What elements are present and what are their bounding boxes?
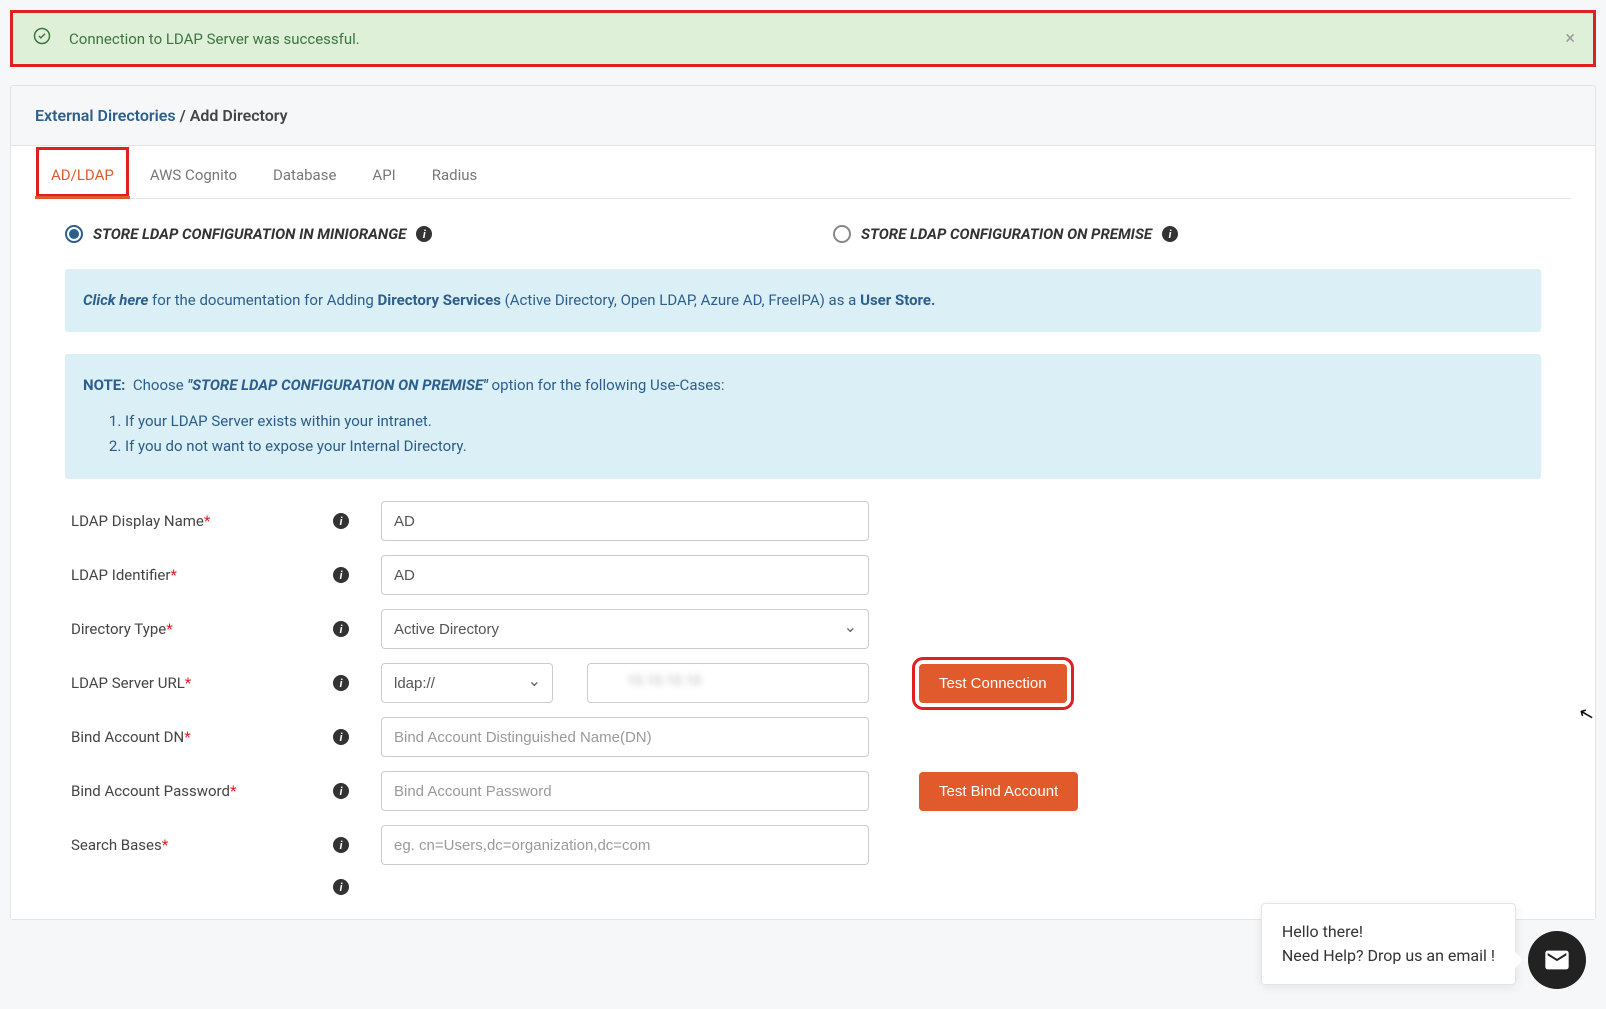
close-icon[interactable]: × (1565, 28, 1575, 49)
info-icon[interactable]: i (333, 567, 349, 583)
tab-radius[interactable]: Radius (416, 146, 494, 198)
envelope-icon (1543, 946, 1571, 974)
server-url-label: LDAP Server URL (71, 674, 185, 692)
doc-infobox: Click here for the documentation for Add… (65, 269, 1541, 332)
tab-api[interactable]: API (356, 146, 411, 198)
tab-bar: AD/LDAP AWS Cognito Database API Radius (35, 146, 1571, 199)
info-icon[interactable]: i (333, 621, 349, 637)
bind-pw-label: Bind Account Password (71, 782, 230, 800)
breadcrumb-parent[interactable]: External Directories (35, 106, 176, 125)
test-connection-button[interactable]: Test Connection (919, 664, 1067, 703)
protocol-select[interactable]: ldap:// (381, 663, 553, 703)
info-icon[interactable]: i (333, 729, 349, 745)
info-icon[interactable]: i (333, 879, 349, 895)
chat-line1: Hello there! (1282, 920, 1495, 944)
bind-pw-input[interactable] (381, 771, 869, 811)
breadcrumb: External Directories / Add Directory (11, 86, 1595, 146)
breadcrumb-current: Add Directory (190, 106, 288, 125)
radio-onprem[interactable]: STORE LDAP CONFIGURATION ON PREMISE i (833, 225, 1541, 243)
search-bases-input[interactable] (381, 825, 869, 865)
main-card: External Directories / Add Directory AD/… (10, 85, 1596, 920)
display-name-input[interactable] (381, 501, 869, 541)
info-icon[interactable]: i (333, 783, 349, 799)
info-icon[interactable]: i (1162, 226, 1178, 242)
identifier-input[interactable] (381, 555, 869, 595)
search-bases-label: Search Bases (71, 836, 162, 854)
radio-onprem-label: STORE LDAP CONFIGURATION ON PREMISE (861, 225, 1152, 243)
config-location-radios: STORE LDAP CONFIGURATION IN MINIORANGE i… (65, 225, 1541, 243)
note-case-1: If your LDAP Server exists within your i… (125, 410, 1523, 433)
test-bind-button[interactable]: Test Bind Account (919, 772, 1078, 811)
click-here-link[interactable]: Click here (83, 291, 148, 309)
radio-miniorange[interactable]: STORE LDAP CONFIGURATION IN MINIORANGE i (65, 225, 773, 243)
directory-type-select[interactable]: Active Directory (381, 609, 869, 649)
display-name-label: LDAP Display Name (71, 512, 204, 530)
info-icon[interactable]: i (416, 226, 432, 242)
note-label: NOTE: (83, 376, 125, 394)
chat-line2: Need Help? Drop us an email ! (1282, 944, 1495, 968)
alert-message: Connection to LDAP Server was successful… (69, 30, 360, 48)
info-icon[interactable]: i (333, 837, 349, 853)
breadcrumb-sep: / (180, 106, 186, 125)
tab-adldap[interactable]: AD/LDAP (35, 146, 130, 198)
success-alert: Connection to LDAP Server was successful… (10, 10, 1596, 67)
chat-bubble: Hello there! Need Help? Drop us an email… (1261, 903, 1516, 985)
radio-miniorange-label: STORE LDAP CONFIGURATION IN MINIORANGE (93, 225, 406, 243)
tab-database[interactable]: Database (257, 146, 352, 198)
bind-dn-input[interactable] (381, 717, 869, 757)
check-circle-icon (33, 27, 51, 50)
note-infobox: NOTE: Choose "STORE LDAP CONFIGURATION O… (65, 354, 1541, 480)
chat-fab-button[interactable] (1528, 931, 1586, 989)
tab-awscognito[interactable]: AWS Cognito (134, 146, 253, 198)
bind-dn-label: Bind Account DN (71, 728, 184, 746)
info-icon[interactable]: i (333, 675, 349, 691)
note-case-2: If you do not want to expose your Intern… (125, 435, 1523, 458)
directory-type-label: Directory Type (71, 620, 166, 638)
identifier-label: LDAP Identifier (71, 566, 170, 584)
info-icon[interactable]: i (333, 513, 349, 529)
server-host-input[interactable] (587, 663, 869, 703)
